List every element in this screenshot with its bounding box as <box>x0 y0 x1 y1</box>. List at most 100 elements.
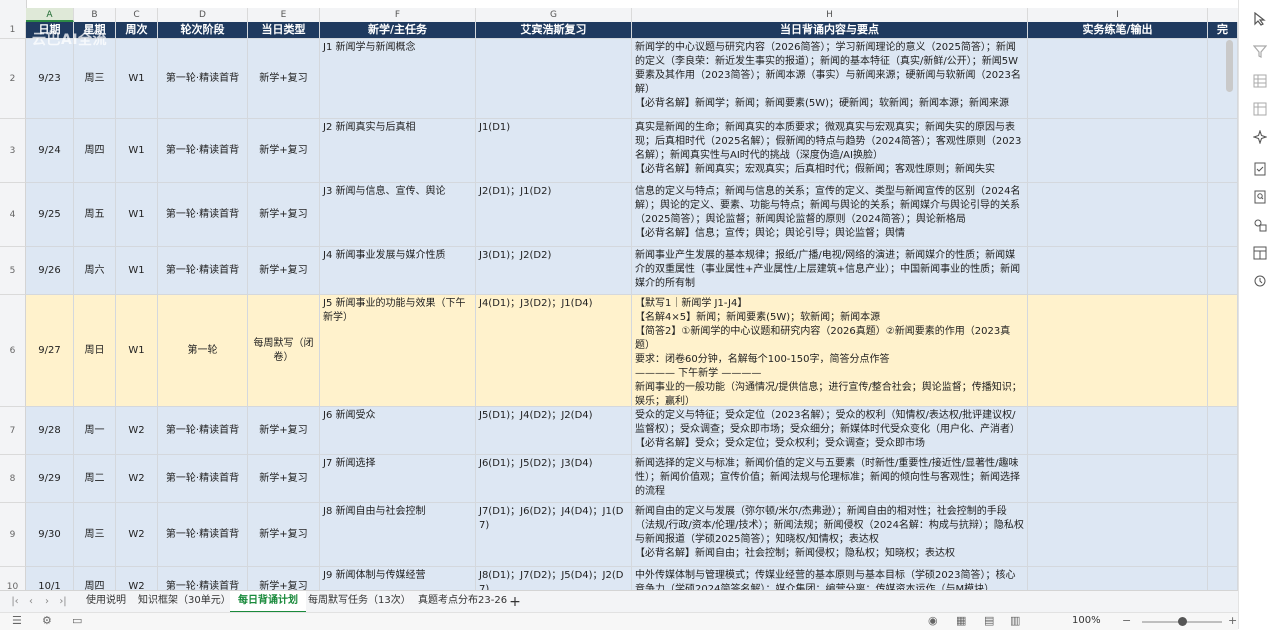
cell-task[interactable]: J4 新闻事业发展与媒介性质 <box>320 247 476 295</box>
cell-task[interactable]: J2 新闻真实与后真相 <box>320 119 476 183</box>
cell-date[interactable]: 9/27 <box>26 295 74 407</box>
cell-date[interactable]: 9/29 <box>26 455 74 503</box>
filter-icon[interactable] <box>1251 42 1269 60</box>
cell-review[interactable]: J8(D1)；J7(D2)；J5(D4)；J2(D7) <box>476 567 632 590</box>
cell-task[interactable]: J7 新闻选择 <box>320 455 476 503</box>
cell-empty[interactable] <box>1208 39 1238 119</box>
cell-task[interactable]: J3 新闻与信息、宣传、舆论 <box>320 183 476 247</box>
normal-view-icon[interactable]: ▦ <box>956 614 966 627</box>
pivot-table-icon[interactable] <box>1251 100 1269 118</box>
cell-empty[interactable] <box>1028 247 1208 295</box>
cell-stage[interactable]: 第一轮·精读首背 <box>158 503 248 567</box>
cell-content[interactable]: 受众的定义与特征；受众定位（2023名解）；受众的权利（知情权/表达权/批评建议… <box>632 407 1028 455</box>
cell-type[interactable]: 新学+复习 <box>248 567 320 590</box>
column-header-e[interactable]: E <box>248 8 320 22</box>
cell-type[interactable]: 新学+复习 <box>248 183 320 247</box>
cell-week[interactable]: W1 <box>116 295 158 407</box>
cell-empty[interactable] <box>1028 503 1208 567</box>
zoom-in-icon[interactable]: + <box>1228 614 1237 627</box>
page-layout-icon[interactable]: ▤ <box>984 614 994 627</box>
cell-week[interactable]: W2 <box>116 455 158 503</box>
cell-week[interactable]: W1 <box>116 119 158 183</box>
spreadsheet-area[interactable]: ABCDEFGHI 1 2 3 4 5 6 7 8 9 10 日期 星期 周次 轮次阶段 当日类型 新学/主… <box>0 0 1238 590</box>
cell-content[interactable]: 新闻选择的定义与标准；新闻价值的定义与五要素（时新性/重要性/接近性/显著性/趣… <box>632 455 1028 503</box>
eye-protection-icon[interactable]: ◉ <box>928 614 938 627</box>
next-sheet-icon[interactable]: › <box>40 594 54 610</box>
cell-stage[interactable]: 第一轮·精读首背 <box>158 407 248 455</box>
zoom-level[interactable]: 100% <box>1072 615 1101 626</box>
column-header-h[interactable]: H <box>632 8 1028 22</box>
add-sheet-icon[interactable]: + <box>508 594 522 610</box>
cell-empty[interactable] <box>1208 503 1238 567</box>
cell-date[interactable]: 9/28 <box>26 407 74 455</box>
column-header-c[interactable]: C <box>116 8 158 22</box>
shapes-icon[interactable] <box>1251 216 1269 234</box>
cell-empty[interactable] <box>1208 295 1238 407</box>
cell-empty[interactable] <box>1208 407 1238 455</box>
ai-star-icon[interactable] <box>1251 128 1269 146</box>
column-header-g[interactable]: G <box>476 8 632 22</box>
cell-weekday[interactable]: 周一 <box>74 407 116 455</box>
row-header-8[interactable]: 8 <box>0 455 26 503</box>
cell-stage[interactable]: 第一轮·精读首背 <box>158 455 248 503</box>
row-header-2[interactable]: 2 <box>0 39 26 119</box>
cell-content[interactable]: 新闻自由的定义与发展（弥尔顿/米尔/杰弗逊）；新闻自由的相对性；社会控制的手段（… <box>632 503 1028 567</box>
cell-week[interactable]: W2 <box>116 503 158 567</box>
cell-content[interactable]: 【默写1｜新闻学 J1-J4】 【名解4×5】新闻；新闻要素(5W)；软新闻；新… <box>632 295 1028 407</box>
cell-week[interactable]: W1 <box>116 247 158 295</box>
cell-empty[interactable] <box>1028 455 1208 503</box>
cell-weekday[interactable]: 周三 <box>74 39 116 119</box>
row-header-1[interactable]: 1 <box>0 22 26 39</box>
cell-review[interactable]: J5(D1)；J4(D2)；J2(D4) <box>476 407 632 455</box>
cursor-select-icon[interactable] <box>1251 10 1269 28</box>
cell-task[interactable]: J8 新闻自由与社会控制 <box>320 503 476 567</box>
cell-empty[interactable] <box>1208 183 1238 247</box>
cell-review[interactable]: J7(D1)；J6(D2)；J4(D4)；J1(D7) <box>476 503 632 567</box>
cell-review[interactable]: J2(D1)；J1(D2) <box>476 183 632 247</box>
header-cell[interactable]: 当日背诵内容与要点 <box>632 22 1028 39</box>
cell-task[interactable]: J9 新闻体制与传媒经营 <box>320 567 476 590</box>
header-cell[interactable]: 当日类型 <box>248 22 320 39</box>
page-view-icon[interactable]: ▭ <box>72 614 82 627</box>
row-header-9[interactable]: 9 <box>0 503 26 567</box>
cell-weekday[interactable]: 周三 <box>74 503 116 567</box>
search-document-icon[interactable] <box>1251 188 1269 206</box>
cell-type[interactable]: 新学+复习 <box>248 247 320 295</box>
cell-task[interactable]: J5 新闻事业的功能与效果（下午新学） <box>320 295 476 407</box>
cell-date[interactable]: 9/25 <box>26 183 74 247</box>
cell-type[interactable]: 新学+复习 <box>248 503 320 567</box>
cell-review[interactable] <box>476 39 632 119</box>
reading-view-icon[interactable]: ▥ <box>1010 614 1020 627</box>
zoom-out-icon[interactable]: − <box>1122 614 1131 627</box>
cell-date[interactable]: 9/26 <box>26 247 74 295</box>
header-cell[interactable]: 实务练笔/输出 <box>1028 22 1208 39</box>
cell-date[interactable]: 9/23 <box>26 39 74 119</box>
cell-empty[interactable] <box>1208 247 1238 295</box>
sheet-list-icon[interactable]: ☰ <box>12 614 22 627</box>
cell-week[interactable]: W2 <box>116 567 158 590</box>
cell-empty[interactable] <box>1028 183 1208 247</box>
vertical-scrollbar[interactable] <box>1226 40 1233 92</box>
cell-week[interactable]: W1 <box>116 183 158 247</box>
cell-type[interactable]: 新学+复习 <box>248 455 320 503</box>
cell-week[interactable]: W2 <box>116 407 158 455</box>
cell-stage[interactable]: 第一轮·精读首背 <box>158 567 248 590</box>
cell-task[interactable]: J1 新闻学与新闻概念 <box>320 39 476 119</box>
cell-date[interactable]: 10/1 <box>26 567 74 590</box>
row-header-4[interactable]: 4 <box>0 183 26 247</box>
header-cell[interactable]: 轮次阶段 <box>158 22 248 39</box>
layout-icon[interactable] <box>1251 244 1269 262</box>
cell-review[interactable]: J3(D1)；J2(D2) <box>476 247 632 295</box>
row-header-10[interactable]: 10 <box>0 567 26 590</box>
cell-type[interactable]: 新学+复习 <box>248 119 320 183</box>
cell-weekday[interactable]: 周五 <box>74 183 116 247</box>
header-cell[interactable]: 新学/主任务 <box>320 22 476 39</box>
cell-content[interactable]: 真实是新闻的生命；新闻真实的本质要求；微观真实与宏观真实；新闻失实的原因与表现；… <box>632 119 1028 183</box>
row-header-3[interactable]: 3 <box>0 119 26 183</box>
document-check-icon[interactable] <box>1251 160 1269 178</box>
tools-icon[interactable] <box>1251 272 1269 290</box>
cell-empty[interactable] <box>1028 567 1208 590</box>
header-cell[interactable]: 周次 <box>116 22 158 39</box>
cell-task[interactable]: J6 新闻受众 <box>320 407 476 455</box>
cell-empty[interactable] <box>1028 407 1208 455</box>
